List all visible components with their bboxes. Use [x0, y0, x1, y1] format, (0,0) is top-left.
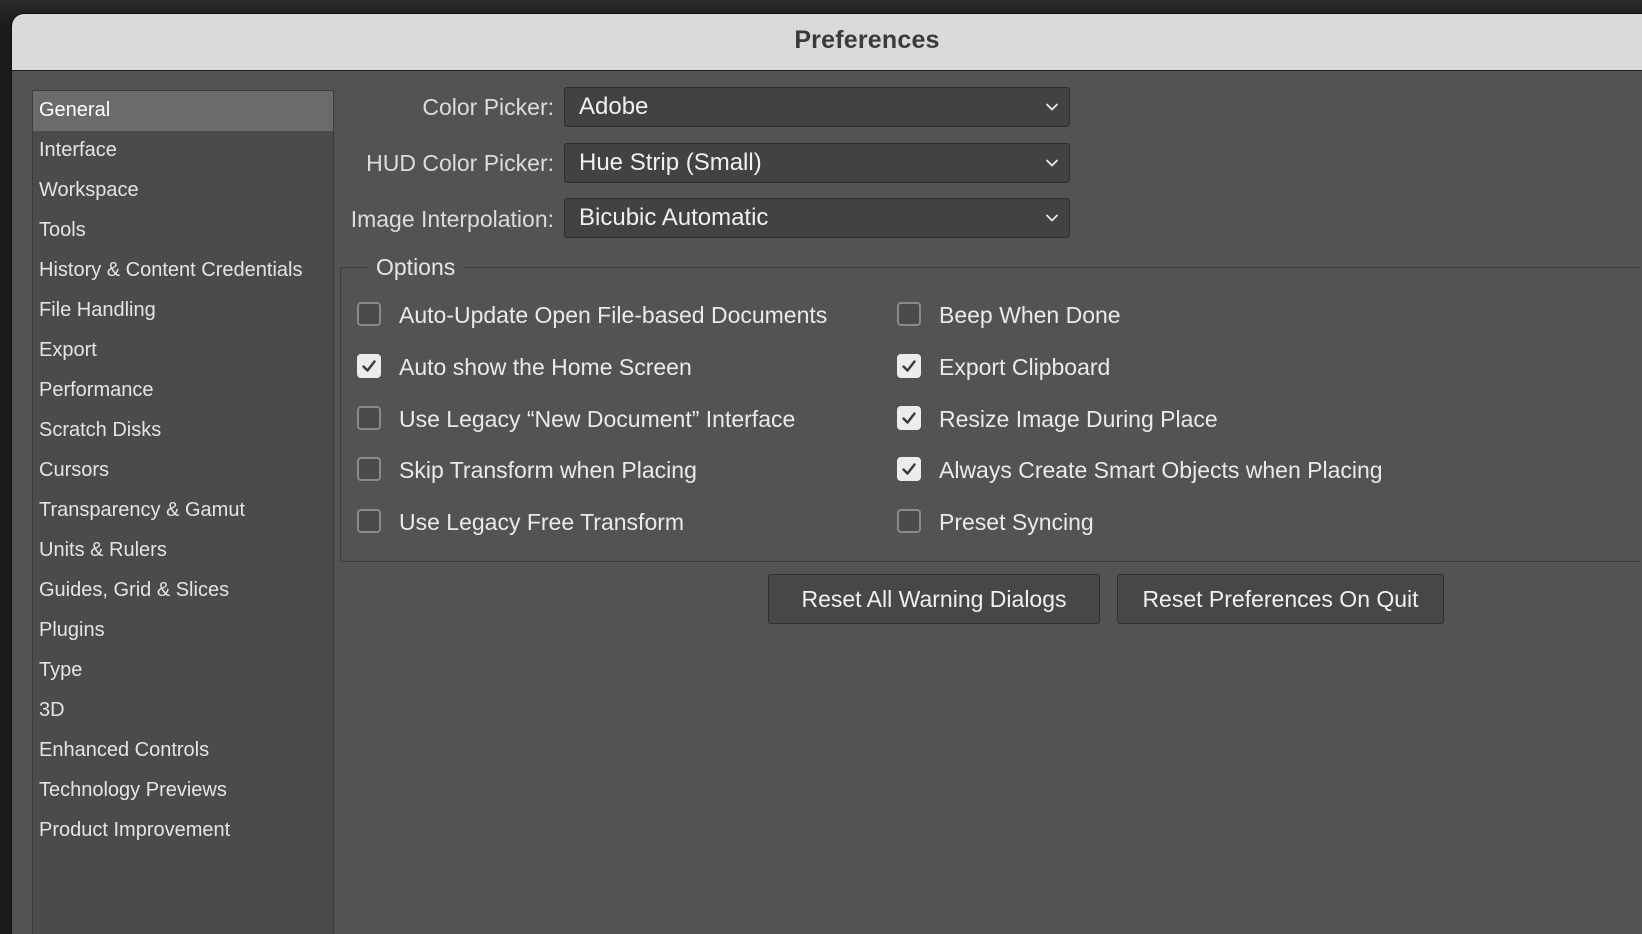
checkmark-icon	[902, 463, 916, 475]
export-clipboard-checkbox[interactable]	[897, 354, 921, 378]
skip-transform-checkbox[interactable]	[357, 457, 381, 481]
preferences-window: Preferences General Interface Workspace …	[12, 14, 1642, 934]
auto-update-documents-label: Auto-Update Open File-based Documents	[399, 302, 828, 328]
sidebar-item-interface[interactable]: Interface	[33, 131, 333, 171]
sidebar-item-cursors[interactable]: Cursors	[33, 451, 333, 491]
chevron-down-icon	[1046, 159, 1058, 167]
sidebar-item-file-handling[interactable]: File Handling	[33, 291, 333, 331]
color-picker-select[interactable]: Adobe	[564, 87, 1070, 127]
sidebar-item-plugins[interactable]: Plugins	[33, 611, 333, 651]
checkmark-icon	[902, 412, 916, 424]
title-bar[interactable]: Preferences	[12, 14, 1642, 71]
preset-syncing-label: Preset Syncing	[939, 509, 1094, 535]
color-picker-label: Color Picker:	[422, 94, 554, 120]
beep-when-done-label: Beep When Done	[939, 302, 1121, 328]
sidebar-item-guides-grid-slices[interactable]: Guides, Grid & Slices	[33, 571, 333, 611]
chevron-down-icon	[1046, 103, 1058, 111]
hud-color-picker-row: HUD Color Picker:	[314, 142, 554, 184]
sidebar-item-type[interactable]: Type	[33, 651, 333, 691]
reset-preferences-on-quit-button[interactable]: Reset Preferences On Quit	[1117, 574, 1444, 624]
auto-show-home-screen-checkbox[interactable]	[357, 354, 381, 378]
chevron-down-icon	[1046, 214, 1058, 222]
image-interpolation-value: Bicubic Automatic	[579, 204, 769, 231]
legacy-new-document-label: Use Legacy “New Document” Interface	[399, 406, 796, 432]
resize-image-during-place-checkbox[interactable]	[897, 406, 921, 430]
sidebar-item-units-rulers[interactable]: Units & Rulers	[33, 531, 333, 571]
hud-color-picker-select[interactable]: Hue Strip (Small)	[564, 143, 1070, 183]
image-interpolation-select[interactable]: Bicubic Automatic	[564, 198, 1070, 238]
hud-color-picker-label: HUD Color Picker:	[366, 150, 554, 176]
sidebar-item-export[interactable]: Export	[33, 331, 333, 371]
always-create-smart-objects-label: Always Create Smart Objects when Placing	[939, 457, 1383, 483]
window-title: Preferences	[794, 26, 940, 54]
sidebar-item-tools[interactable]: Tools	[33, 211, 333, 251]
resize-image-during-place-label: Resize Image During Place	[939, 406, 1218, 432]
beep-when-done-checkbox[interactable]	[897, 302, 921, 326]
sidebar-item-performance[interactable]: Performance	[33, 371, 333, 411]
sidebar-item-3d[interactable]: 3D	[33, 691, 333, 731]
checkmark-icon	[362, 360, 376, 372]
preferences-sidebar: General Interface Workspace Tools Histor…	[32, 90, 334, 934]
sidebar-item-scratch-disks[interactable]: Scratch Disks	[33, 411, 333, 451]
sidebar-item-technology-previews[interactable]: Technology Previews	[33, 771, 333, 811]
sidebar-item-product-improvement[interactable]: Product Improvement	[33, 811, 333, 851]
legacy-free-transform-label: Use Legacy Free Transform	[399, 509, 685, 535]
sidebar-item-transparency-gamut[interactable]: Transparency & Gamut	[33, 491, 333, 531]
checkmark-icon	[902, 360, 916, 372]
sidebar-item-workspace[interactable]: Workspace	[33, 171, 333, 211]
preset-syncing-checkbox[interactable]	[897, 509, 921, 533]
sidebar-item-history-content-credentials[interactable]: History & Content Credentials	[33, 251, 333, 291]
color-picker-row: Color Picker:	[314, 86, 554, 128]
options-legend: Options	[368, 254, 464, 280]
export-clipboard-label: Export Clipboard	[939, 354, 1111, 380]
sidebar-item-general[interactable]: General	[33, 91, 333, 131]
hud-color-picker-value: Hue Strip (Small)	[579, 149, 762, 176]
color-picker-value: Adobe	[579, 93, 649, 120]
legacy-new-document-checkbox[interactable]	[357, 406, 381, 430]
reset-all-warning-dialogs-button[interactable]: Reset All Warning Dialogs	[768, 574, 1100, 624]
always-create-smart-objects-checkbox[interactable]	[897, 457, 921, 481]
legacy-free-transform-checkbox[interactable]	[357, 509, 381, 533]
image-interpolation-label: Image Interpolation:	[350, 206, 554, 232]
auto-show-home-screen-label: Auto show the Home Screen	[399, 354, 692, 380]
skip-transform-label: Skip Transform when Placing	[399, 457, 697, 483]
auto-update-documents-checkbox[interactable]	[357, 302, 381, 326]
image-interpolation-row: Image Interpolation:	[314, 198, 554, 240]
sidebar-item-enhanced-controls[interactable]: Enhanced Controls	[33, 731, 333, 771]
